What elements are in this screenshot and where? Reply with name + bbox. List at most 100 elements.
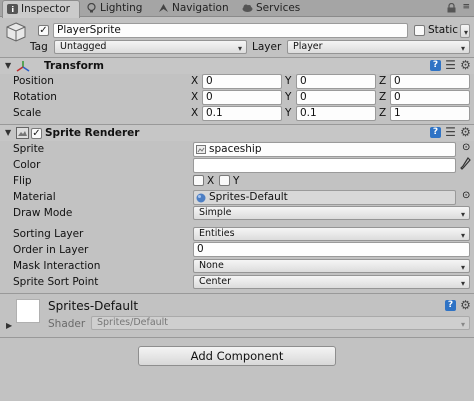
settings-sliders-icon[interactable]: ☰ bbox=[445, 126, 456, 138]
scale-x-field[interactable]: 0.1 bbox=[202, 106, 282, 121]
flip-y-label: Y bbox=[233, 175, 240, 187]
help-icon[interactable]: ? bbox=[445, 300, 456, 311]
scale-label: Scale bbox=[13, 107, 42, 119]
tab-menu-icon[interactable]: ≡ bbox=[462, 2, 470, 12]
mask-interaction-label: Mask Interaction bbox=[13, 260, 101, 272]
material-preview-thumbnail bbox=[16, 299, 40, 323]
scale-z-field[interactable]: 1 bbox=[390, 106, 470, 121]
object-picker-icon[interactable]: ⊙ bbox=[462, 142, 470, 153]
tab-bar: Inspector Lighting Navigation Services ≡ bbox=[0, 0, 474, 18]
foldout-arrow-icon[interactable]: ▼ bbox=[5, 128, 11, 137]
color-label: Color bbox=[13, 159, 41, 171]
position-z-field[interactable]: 0 bbox=[390, 74, 470, 89]
foldout-arrow-icon[interactable]: ▼ bbox=[5, 61, 11, 70]
tag-label: Tag bbox=[30, 41, 48, 53]
x-axis-label[interactable]: X bbox=[191, 107, 198, 119]
tab-lighting[interactable]: Lighting bbox=[82, 0, 152, 17]
sprite-sort-point-value: Center bbox=[199, 276, 231, 287]
rotation-z-field[interactable]: 0 bbox=[390, 90, 470, 105]
tab-label: Inspector bbox=[21, 3, 70, 15]
shader-label: Shader bbox=[48, 318, 86, 330]
material-object-field[interactable]: Sprites-Default bbox=[193, 190, 456, 205]
material-name: Sprites-Default bbox=[48, 299, 139, 313]
y-axis-label[interactable]: Y bbox=[285, 75, 291, 87]
material-sphere-icon bbox=[196, 193, 206, 203]
divider bbox=[0, 293, 474, 294]
x-axis-label[interactable]: X bbox=[191, 91, 198, 103]
help-icon[interactable]: ? bbox=[430, 60, 441, 71]
gear-icon[interactable]: ⚙ bbox=[460, 59, 471, 71]
material-label: Material bbox=[13, 191, 56, 203]
transform-axes-icon bbox=[16, 61, 30, 72]
object-name-input[interactable]: PlayerSprite bbox=[53, 23, 408, 38]
rotation-y-field[interactable]: 0 bbox=[296, 90, 376, 105]
flip-y-checkbox[interactable] bbox=[219, 175, 230, 186]
add-component-button[interactable]: Add Component bbox=[138, 346, 336, 366]
transform-title: Transform bbox=[44, 60, 104, 72]
order-in-layer-field[interactable]: 0 bbox=[193, 242, 470, 257]
y-axis-label[interactable]: Y bbox=[285, 107, 291, 119]
static-checkbox[interactable] bbox=[414, 25, 425, 36]
z-axis-label[interactable]: Z bbox=[379, 107, 386, 119]
cloud-icon bbox=[242, 4, 253, 12]
x-axis-label[interactable]: X bbox=[191, 75, 198, 87]
sprite-renderer-title: Sprite Renderer bbox=[45, 127, 140, 139]
info-icon bbox=[7, 4, 18, 14]
draw-mode-label: Draw Mode bbox=[13, 207, 73, 219]
gameobject-cube-icon bbox=[6, 22, 26, 42]
eyedropper-icon[interactable] bbox=[460, 157, 471, 171]
object-picker-icon[interactable]: ⊙ bbox=[462, 190, 470, 201]
layer-value: Player bbox=[293, 41, 323, 52]
tab-navigation[interactable]: Navigation bbox=[154, 0, 236, 17]
navigation-icon bbox=[159, 4, 168, 12]
sprite-sort-point-dropdown[interactable]: Center ▾ bbox=[193, 275, 470, 289]
tag-dropdown[interactable]: Untagged ▾ bbox=[54, 40, 247, 54]
flip-x-checkbox[interactable] bbox=[193, 175, 204, 186]
tab-label: Services bbox=[256, 2, 301, 14]
settings-sliders-icon[interactable]: ☰ bbox=[445, 59, 456, 71]
scale-y-field[interactable]: 0.1 bbox=[296, 106, 376, 121]
draw-mode-dropdown[interactable]: Simple ▾ bbox=[193, 206, 470, 220]
rotation-x-field[interactable]: 0 bbox=[202, 90, 282, 105]
help-icon[interactable]: ? bbox=[430, 127, 441, 138]
gear-icon[interactable]: ⚙ bbox=[460, 126, 471, 138]
mask-interaction-dropdown[interactable]: None ▾ bbox=[193, 259, 470, 273]
layer-label: Layer bbox=[252, 41, 282, 53]
flip-label: Flip bbox=[13, 175, 32, 187]
foldout-arrow-icon[interactable]: ▶ bbox=[6, 321, 12, 330]
sorting-layer-label: Sorting Layer bbox=[13, 228, 84, 240]
sorting-layer-value: Entities bbox=[199, 228, 235, 239]
sorting-layer-dropdown[interactable]: Entities ▾ bbox=[193, 227, 470, 241]
draw-mode-value: Simple bbox=[199, 207, 232, 218]
active-checkbox[interactable]: ✓ bbox=[38, 25, 49, 36]
sprite-label: Sprite bbox=[13, 143, 45, 155]
gear-icon[interactable]: ⚙ bbox=[460, 299, 471, 311]
sprite-renderer-enabled-checkbox[interactable]: ✓ bbox=[31, 128, 42, 139]
layer-dropdown[interactable]: Player ▾ bbox=[287, 40, 470, 54]
mask-interaction-value: None bbox=[199, 260, 224, 271]
tab-label: Navigation bbox=[172, 2, 229, 14]
lock-icon[interactable] bbox=[447, 3, 456, 13]
sprite-asset-icon bbox=[196, 145, 206, 154]
shader-value: Sprites/Default bbox=[97, 317, 169, 328]
static-dropdown[interactable]: ▾ bbox=[460, 24, 470, 38]
sprite-value: spaceship bbox=[209, 143, 262, 155]
shader-dropdown[interactable]: Sprites/Default ▾ bbox=[91, 316, 470, 330]
position-y-field[interactable]: 0 bbox=[296, 74, 376, 89]
sprite-renderer-icon bbox=[16, 127, 29, 139]
tag-value: Untagged bbox=[60, 41, 107, 52]
z-axis-label[interactable]: Z bbox=[379, 91, 386, 103]
material-value: Sprites-Default bbox=[209, 191, 288, 203]
color-swatch[interactable] bbox=[193, 158, 456, 173]
order-in-layer-label: Order in Layer bbox=[13, 244, 89, 256]
light-bulb-icon bbox=[87, 3, 96, 13]
tab-services[interactable]: Services bbox=[238, 0, 300, 17]
position-x-field[interactable]: 0 bbox=[202, 74, 282, 89]
rotation-label: Rotation bbox=[13, 91, 57, 103]
tab-label: Lighting bbox=[100, 2, 143, 14]
sprite-object-field[interactable]: spaceship bbox=[193, 142, 456, 157]
z-axis-label[interactable]: Z bbox=[379, 75, 386, 87]
position-label: Position bbox=[13, 75, 54, 87]
y-axis-label[interactable]: Y bbox=[285, 91, 291, 103]
tab-inspector[interactable]: Inspector bbox=[2, 0, 80, 18]
